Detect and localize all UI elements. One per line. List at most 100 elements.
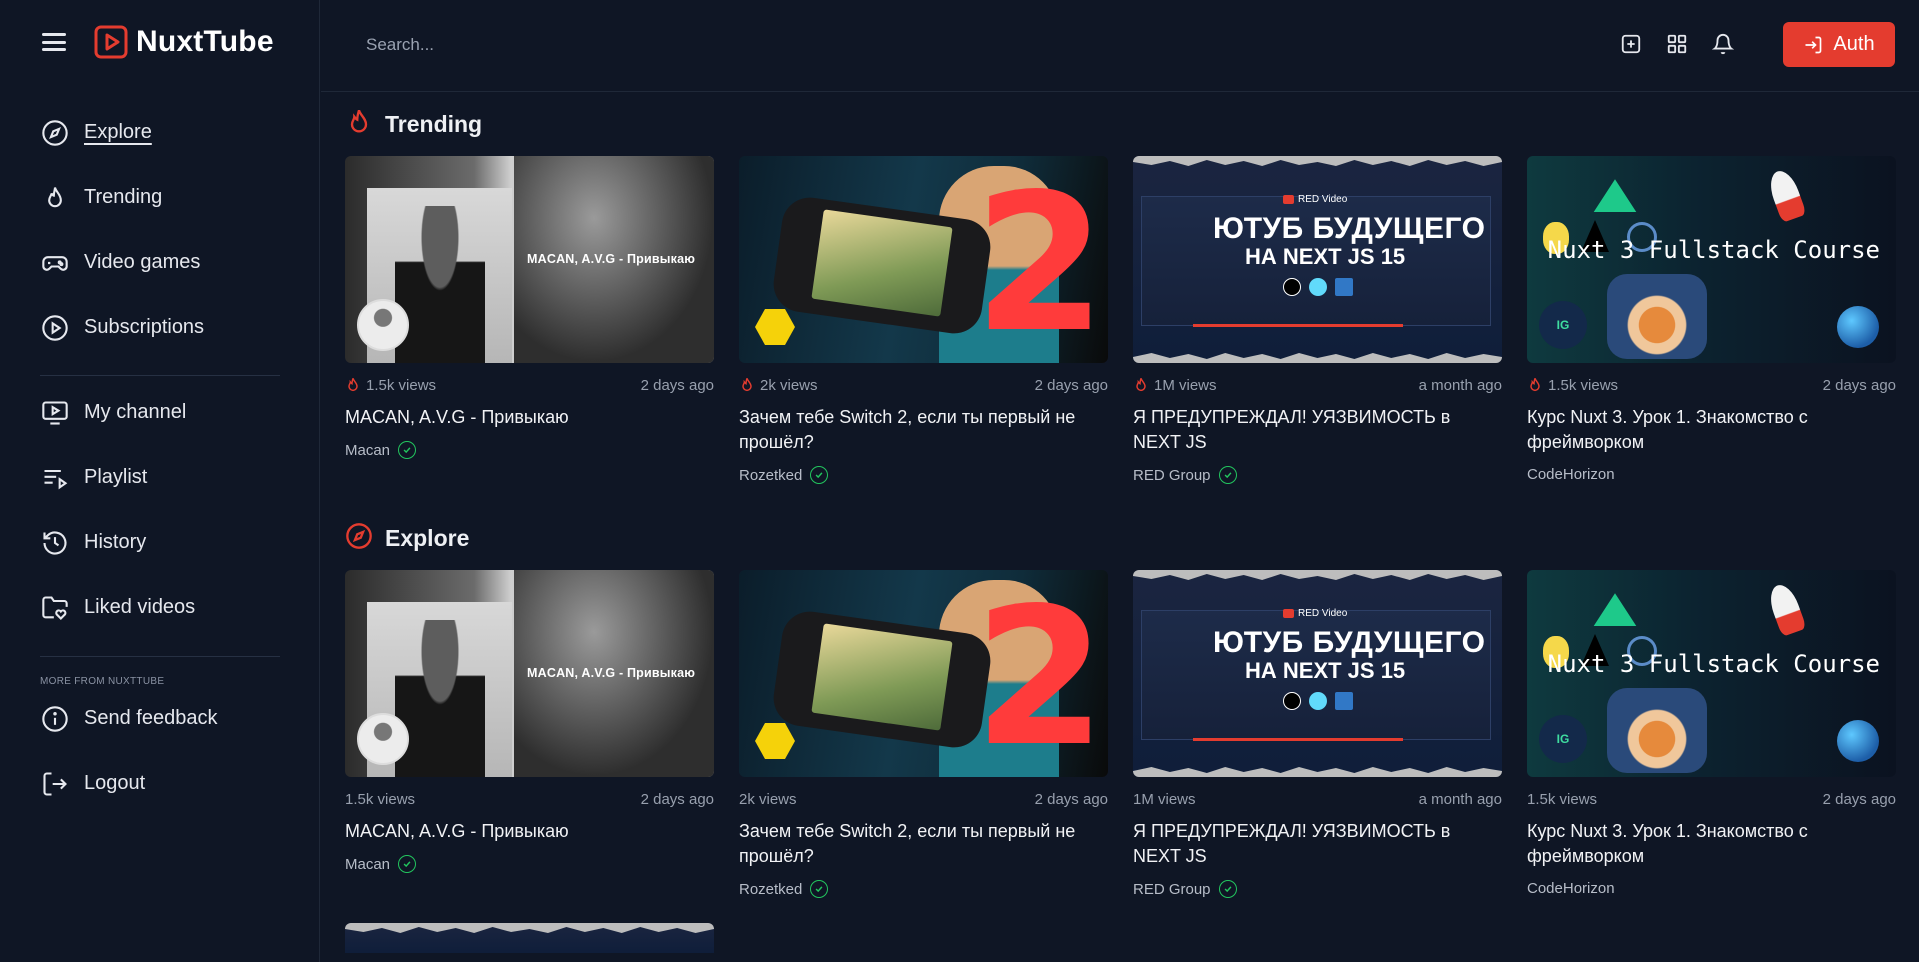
video-thumbnail[interactable]: RED Video ЮТУБ БУДУЩЕГО НА NEXT JS 15	[1133, 570, 1502, 777]
video-meta: 1.5k views 2 days ago	[1527, 375, 1896, 395]
sidebar-item-label: Liked videos	[84, 596, 196, 618]
sidebar: NuxtTube Explore Trending Video games Su…	[0, 0, 320, 962]
views-text: 1.5k views	[345, 790, 416, 808]
flame-icon	[40, 183, 70, 213]
video-title[interactable]: Зачем тебе Switch 2, если ты первый не п…	[739, 819, 1108, 869]
auth-button[interactable]: Auth	[1783, 22, 1895, 67]
verified-check-icon	[398, 441, 417, 459]
video-thumbnail[interactable]: Nuxt 3 Fullstack Course IG	[1527, 156, 1896, 363]
search-input[interactable]	[366, 30, 866, 60]
app-name: NuxtTube	[136, 25, 274, 58]
thumb-art	[1607, 274, 1707, 359]
menu-icon[interactable]	[40, 29, 68, 55]
thumb-art	[395, 206, 485, 363]
logo[interactable]: NuxtTube	[94, 25, 274, 59]
verified-check-icon	[1218, 880, 1237, 898]
thumb-subcaption: НА NEXT JS 15	[1245, 244, 1406, 269]
video-title[interactable]: MACAN, A.V.G - Привыкаю	[345, 405, 714, 430]
video-title[interactable]: Я ПРЕДУПРЕЖДАЛ! УЯЗВИМОСТЬ в NEXT JS	[1133, 405, 1502, 455]
thumb-caption: MACAN, A.V.G - Привыкаю	[527, 666, 696, 680]
upload-date: 2 days ago	[1034, 376, 1108, 394]
channel-link[interactable]: Macan	[345, 855, 714, 873]
video-title[interactable]: MACAN, A.V.G - Привыкаю	[345, 819, 714, 844]
views-text: 1.5k views	[1548, 376, 1619, 394]
video-grid: MACAN, A.V.G - Привыкаю 1.5k views 2 day…	[345, 570, 1896, 923]
sidebar-item-trending[interactable]: Trending	[40, 165, 280, 230]
channel-link[interactable]: Rozetked	[739, 880, 1108, 898]
views-text: 2k views	[760, 376, 818, 394]
video-card: MACAN, A.V.G - Привыкаю 1.5k views 2 day…	[345, 570, 714, 923]
compass-icon	[40, 118, 70, 148]
bell-icon[interactable]	[1707, 28, 1739, 60]
video-meta: 1M views a month ago	[1133, 375, 1502, 395]
plus-square-icon[interactable]	[1615, 28, 1647, 60]
thumb-caption: 2	[973, 156, 1106, 363]
section-header: Trending	[345, 92, 1895, 156]
channel-logo-icon: IG	[1539, 715, 1587, 763]
logo-play-icon	[94, 25, 128, 59]
views-text: 1M views	[1154, 376, 1217, 394]
sidebar-item-label: Logout	[84, 772, 146, 794]
sidebar-item-logout[interactable]: Logout	[40, 751, 280, 816]
channel-link[interactable]: Rozetked	[739, 466, 1108, 484]
video-title[interactable]: Курс Nuxt 3. Урок 1. Знакомство с фреймв…	[1527, 405, 1896, 455]
flame-icon	[1136, 378, 1146, 392]
info-icon	[40, 704, 70, 734]
sidebar-item-liked-videos[interactable]: Liked videos	[40, 575, 280, 640]
flame-icon	[345, 108, 373, 141]
globe-icon	[1837, 720, 1879, 762]
history-icon	[40, 528, 70, 558]
views-count: 1.5k views	[1527, 377, 1618, 394]
logo-row: NuxtTube	[40, 24, 274, 60]
sidebar-item-my-channel[interactable]: My channel	[40, 380, 280, 445]
sidebar-item-explore[interactable]: Explore	[40, 100, 280, 165]
channel-link[interactable]: CodeHorizon	[1527, 466, 1896, 483]
folder-heart-icon	[40, 593, 70, 623]
thumb-art	[811, 209, 953, 317]
thumb-caption: Nuxt 3 Fullstack Course	[1547, 650, 1880, 678]
login-icon	[1805, 36, 1822, 53]
sidebar-item-history[interactable]: History	[40, 510, 280, 575]
video-thumbnail[interactable]: MACAN, A.V.G - Привыкаю	[345, 156, 714, 363]
video-thumbnail[interactable]: 2	[739, 570, 1108, 777]
upload-date: 2 days ago	[1822, 376, 1896, 394]
verified-check-icon	[1218, 466, 1237, 484]
video-meta: 2k views 2 days ago	[739, 789, 1108, 809]
thumb-art	[1133, 570, 1502, 580]
video-thumbnail[interactable]	[345, 923, 714, 953]
channel-link[interactable]: CodeHorizon	[1527, 880, 1896, 897]
upload-date: 2 days ago	[1822, 790, 1896, 808]
nuxt-logo-icon	[1587, 170, 1643, 212]
grid-icon[interactable]	[1661, 28, 1693, 60]
sidebar-item-send-feedback[interactable]: Send feedback	[40, 686, 280, 751]
video-thumbnail[interactable]: MACAN, A.V.G - Привыкаю	[345, 570, 714, 777]
video-card: 2 2k views 2 days ago Зачем тебе Switch …	[739, 570, 1108, 923]
video-meta: 2k views 2 days ago	[739, 375, 1108, 395]
sidebar-item-label: Send feedback	[84, 707, 218, 729]
channel-name: Macan	[345, 855, 391, 873]
channel-link[interactable]: Macan	[345, 441, 714, 459]
video-thumbnail[interactable]: RED Video ЮТУБ БУДУЩЕГО НА NEXT JS 15	[1133, 156, 1502, 363]
thumb-art	[811, 623, 953, 731]
views-count: 1.5k views	[345, 377, 436, 394]
flame-icon	[742, 378, 752, 392]
sidebar-item-playlist[interactable]: Playlist	[40, 445, 280, 510]
views-text: 1.5k views	[1527, 790, 1598, 808]
sidebar-item-video-games[interactable]: Video games	[40, 230, 280, 295]
channel-link[interactable]: RED Group	[1133, 466, 1502, 484]
video-thumbnail[interactable]: Nuxt 3 Fullstack Course IG	[1527, 570, 1896, 777]
video-card: Nuxt 3 Fullstack Course IG 1.5k views 2 …	[1527, 570, 1896, 923]
rocket-icon	[1765, 581, 1807, 637]
video-thumbnail[interactable]: 2	[739, 156, 1108, 363]
section-title: Explore	[385, 524, 470, 551]
sidebar-item-subscriptions[interactable]: Subscriptions	[40, 295, 280, 360]
upload-date: a month ago	[1418, 790, 1502, 808]
thumb-art	[1193, 324, 1403, 327]
video-title[interactable]: Я ПРЕДУПРЕЖДАЛ! УЯЗВИМОСТЬ в NEXT JS	[1133, 819, 1502, 869]
channel-link[interactable]: RED Group	[1133, 880, 1502, 898]
thumb-art	[395, 620, 485, 777]
video-title[interactable]: Зачем тебе Switch 2, если ты первый не п…	[739, 405, 1108, 455]
sidebar-nav-library: My channel Playlist History Liked videos	[40, 380, 280, 640]
video-title[interactable]: Курс Nuxt 3. Урок 1. Знакомство с фреймв…	[1527, 819, 1896, 869]
thumb-art	[1193, 738, 1403, 741]
